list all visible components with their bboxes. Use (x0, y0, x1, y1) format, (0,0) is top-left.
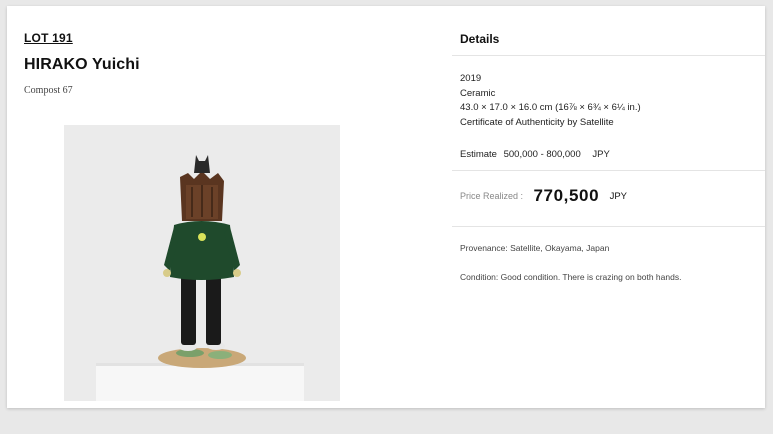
price-realized-currency: JPY (609, 190, 628, 202)
price-realized-label: Price Realized : (460, 191, 524, 201)
estimate-row: Estimate 500,000 - 800,000 JPY (460, 149, 610, 160)
lot-number-link[interactable]: LOT 191 (24, 31, 73, 45)
divider (452, 55, 765, 56)
provenance-text: Provenance: Satellite, Okayama, Japan (460, 243, 610, 253)
lot-summary-panel: LOT 191 HIRAKO Yuichi Compost 67 (7, 6, 452, 408)
work-title: Compost 67 (24, 85, 73, 96)
price-realized-value: 770,500 (533, 186, 600, 205)
divider (452, 170, 765, 171)
estimate-value: 500,000 - 800,000 (503, 149, 581, 160)
medium-text: Ceramic (460, 88, 496, 99)
sculpture-photo (64, 125, 340, 401)
condition-text: Condition: Good condition. There is craz… (460, 272, 682, 282)
estimate-label: Estimate (460, 149, 497, 160)
artist-name: HIRAKO Yuichi (24, 56, 140, 73)
certificate-text: Certificate of Authenticity by Satellite (460, 117, 614, 128)
divider (452, 226, 765, 227)
estimate-currency: JPY (592, 149, 610, 160)
lot-card: LOT 191 HIRAKO Yuichi Compost 67 Details… (7, 6, 765, 408)
details-heading: Details (460, 32, 500, 46)
price-realized-row: Price Realized : 770,500 JPY (460, 186, 627, 206)
year-text: 2019 (460, 73, 482, 84)
artwork-image[interactable] (64, 125, 340, 401)
details-panel: Details 2019 Ceramic 43.0 × 17.0 × 16.0 … (452, 6, 765, 408)
dimensions-text: 43.0 × 17.0 × 16.0 cm (16⅞ × 6¾ × 6¼ in.… (460, 102, 641, 113)
